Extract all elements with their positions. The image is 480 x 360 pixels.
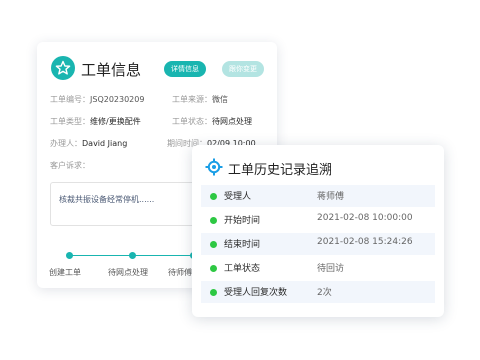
- card-title: 工单信息: [81, 61, 142, 79]
- complaint-text: 核裁共振设备经常停机......: [59, 195, 155, 204]
- history-row-key: 工单状态: [224, 264, 261, 274]
- complaint-label: 客户诉求：: [50, 161, 90, 170]
- history-row-key: 受理人: [224, 192, 252, 202]
- locate-icon: [205, 158, 223, 176]
- order-source-field: 工单来源：微信: [172, 94, 228, 105]
- order-source-label: 工单来源：: [172, 95, 212, 104]
- history-row-value: 2次: [317, 288, 332, 298]
- status-dot: [210, 265, 217, 272]
- detail-button[interactable]: 详情信息: [164, 61, 206, 77]
- history-row: 受理人 蒋师傅: [201, 185, 435, 207]
- handler-value: David Jiang: [82, 139, 128, 148]
- step-label: 待师傅: [168, 268, 192, 277]
- history-row-value: 待回访: [317, 264, 345, 274]
- history-row: 受理人回复次数 2次: [201, 281, 435, 303]
- history-row-key: 受理人回复次数: [224, 288, 288, 298]
- history-row-key: 结束时间: [224, 240, 261, 250]
- order-type-field: 工单类型：维修/更换配件: [50, 116, 141, 127]
- history-panel: 工单历史记录追溯 受理人 蒋师傅 开始时间 2021-02-08 10:00:0…: [192, 145, 444, 317]
- step-dot: [66, 252, 73, 259]
- order-number-value: JSQ20230209: [90, 95, 145, 104]
- order-type-label: 工单类型：: [50, 117, 90, 126]
- step-label: 待网点处理: [108, 268, 148, 277]
- handler-field: 办理人：David Jiang: [50, 138, 127, 149]
- history-row: 工单状态 待回访: [201, 257, 435, 279]
- change-button[interactable]: 跟你变更: [222, 61, 264, 77]
- order-status-value: 待网点处理: [212, 117, 252, 126]
- star-icon: [51, 56, 75, 80]
- status-dot: [210, 193, 217, 200]
- history-row-value: 蒋师傅: [317, 192, 345, 202]
- status-dot: [210, 241, 217, 248]
- history-title: 工单历史记录追溯: [228, 163, 333, 178]
- order-number-label: 工单编号：: [50, 95, 90, 104]
- history-row: 结束时间 2021-02-08 15:24:26: [201, 233, 435, 255]
- order-source-value: 微信: [212, 95, 228, 104]
- step-dot: [129, 252, 136, 259]
- history-row-value: 2021-02-08 10:00:00: [317, 213, 413, 223]
- order-type-value: 维修/更换配件: [90, 117, 141, 126]
- history-row-value: 2021-02-08 15:24:26: [317, 237, 413, 247]
- status-dot: [210, 217, 217, 224]
- history-row-key: 开始时间: [224, 216, 261, 226]
- step-label: 创建工单: [49, 268, 81, 277]
- history-row: 开始时间 2021-02-08 10:00:00: [201, 209, 435, 231]
- order-number-field: 工单编号：JSQ20230209: [50, 94, 144, 105]
- order-status-label: 工单状态：: [172, 117, 212, 126]
- handler-label: 办理人：: [50, 139, 82, 148]
- status-dot: [210, 289, 217, 296]
- order-status-field: 工单状态：待网点处理: [172, 116, 252, 127]
